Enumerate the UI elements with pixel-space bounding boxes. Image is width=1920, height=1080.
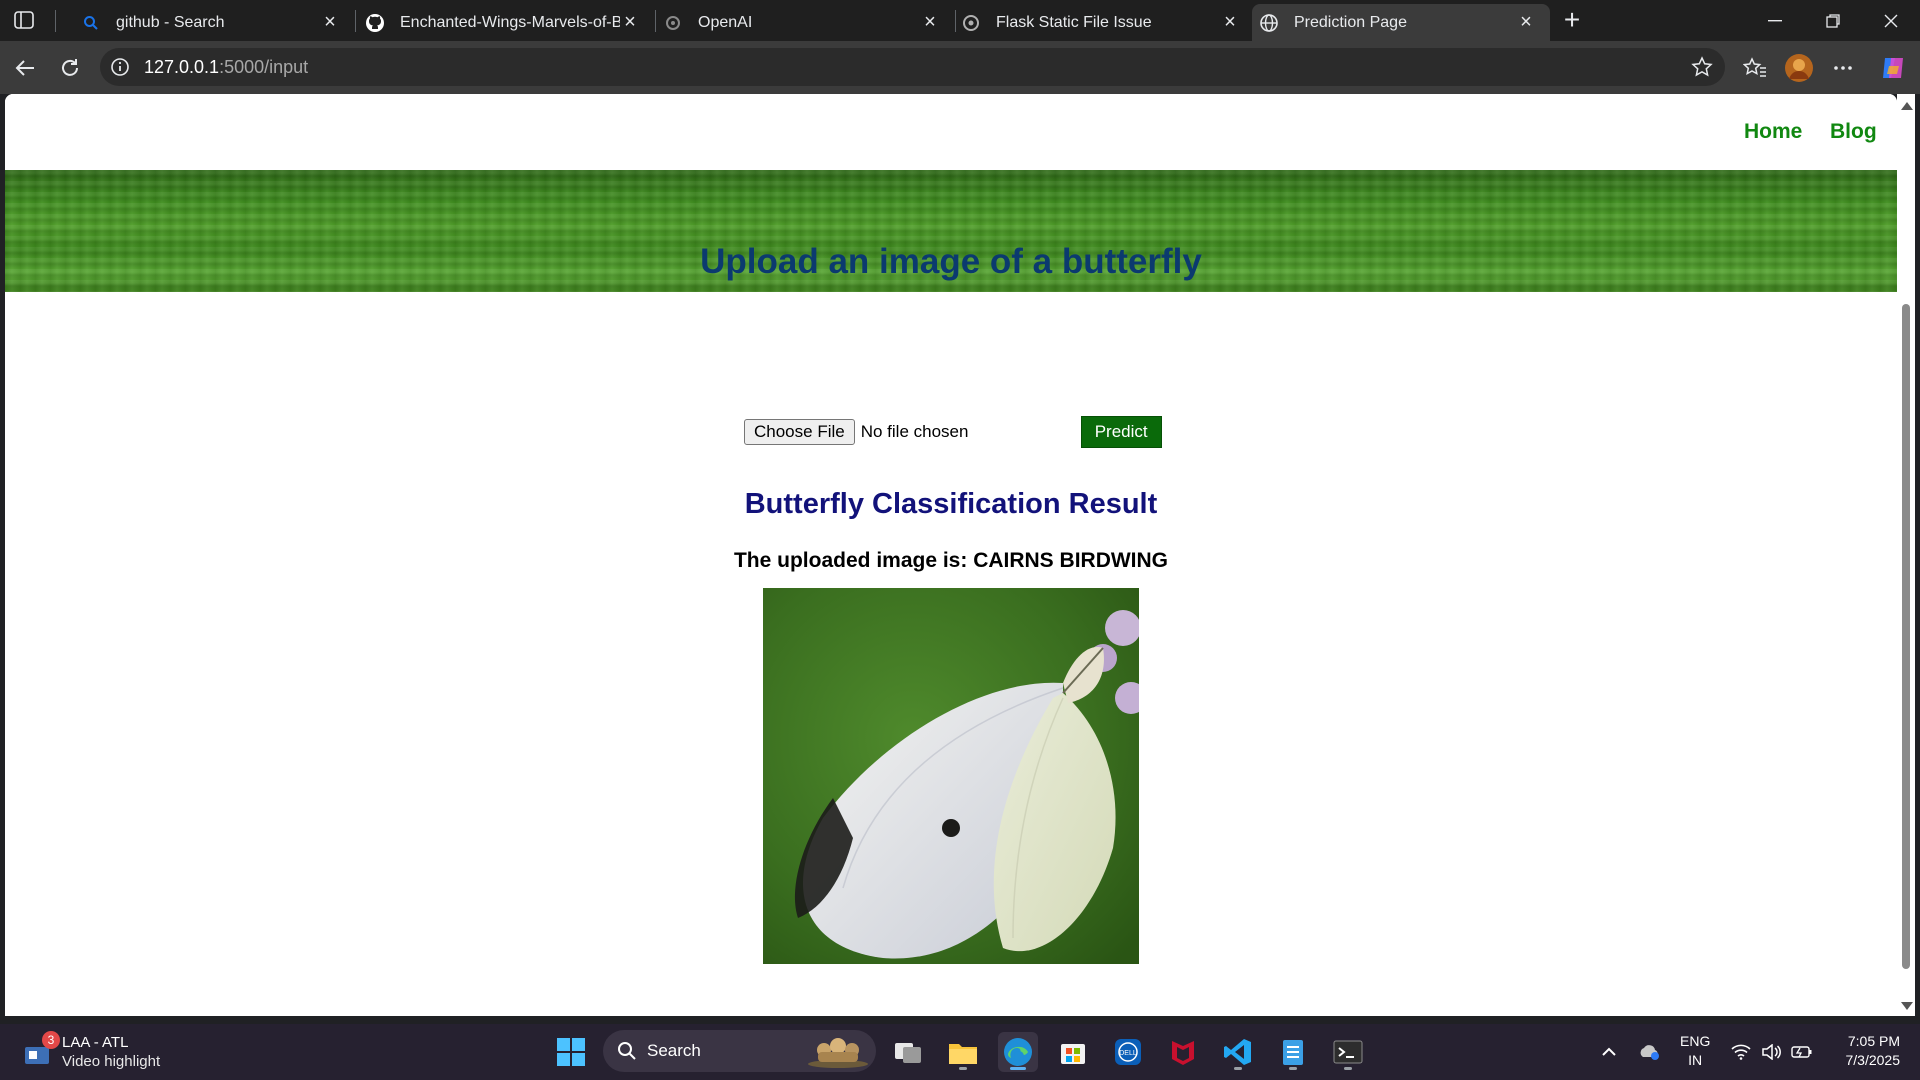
widgets-icon: 3 (22, 1031, 60, 1069)
close-icon[interactable]: × (320, 12, 340, 33)
openai-icon (960, 12, 982, 34)
tab-github-search[interactable]: github - Search × (56, 4, 354, 41)
back-button[interactable] (8, 51, 42, 85)
upload-title: Upload an image of a butterfly (700, 242, 1202, 281)
file-explorer-icon[interactable] (943, 1032, 983, 1072)
widget-subtitle: Video highlight (62, 1053, 161, 1070)
terminal-icon[interactable] (1328, 1032, 1368, 1072)
globe-icon (1258, 12, 1280, 34)
volume-icon[interactable] (1760, 1032, 1782, 1072)
clock-date: 7/3/2025 (1845, 1052, 1901, 1068)
start-button[interactable] (551, 1032, 591, 1072)
nav-home-link[interactable]: Home (1744, 120, 1802, 144)
tab-openai[interactable]: OpenAI × (656, 4, 954, 41)
scroll-down-arrow-icon[interactable] (1901, 1002, 1913, 1010)
browser-toolbar: 127.0.0.1:5000/input (0, 41, 1920, 94)
running-indicator (1344, 1067, 1352, 1070)
input-language[interactable]: ENG IN (1680, 1032, 1710, 1070)
tab-title: Enchanted-Wings-Marvels-of-But (400, 13, 620, 31)
site-navbar: Home Blog (5, 94, 1897, 170)
result-title: Butterfly Classification Result (744, 488, 1158, 520)
close-icon[interactable]: × (1220, 12, 1240, 33)
page-scrollbar[interactable] (1897, 94, 1915, 1016)
search-icon (80, 12, 102, 34)
notification-badge: 3 (42, 1031, 60, 1049)
svg-text:DELL: DELL (1119, 1050, 1137, 1057)
new-tab-button[interactable]: + (1557, 6, 1587, 36)
choose-file-button[interactable]: Choose File (744, 419, 855, 445)
url-path: :5000/input (219, 56, 309, 77)
favorites-icon[interactable] (1740, 53, 1770, 83)
onedrive-icon[interactable] (1636, 1032, 1662, 1072)
running-indicator (1234, 1067, 1242, 1070)
mcafee-icon[interactable] (1163, 1032, 1203, 1072)
address-bar[interactable]: 127.0.0.1:5000/input (100, 48, 1725, 86)
windows-taskbar: 3 LAA - ATL Video highlight Search DELL (0, 1024, 1920, 1080)
close-icon[interactable]: × (1516, 12, 1536, 33)
more-options-icon[interactable] (1828, 53, 1858, 83)
result-text: The uploaded image is: CAIRNS BIRDWING (733, 549, 1169, 572)
openai-icon (662, 12, 684, 34)
browser-tab-bar: github - Search × Enchanted-Wings-Marvel… (0, 0, 1920, 41)
running-indicator (959, 1067, 967, 1070)
upload-form: Choose File No file chosen Predict (744, 416, 1162, 448)
file-status-text: No file chosen (860, 422, 969, 441)
wifi-icon[interactable] (1730, 1032, 1752, 1072)
vscode-icon[interactable] (1218, 1032, 1258, 1072)
region-code: IN (1688, 1052, 1703, 1068)
notepad-icon[interactable] (1273, 1032, 1313, 1072)
github-icon (364, 12, 386, 34)
clock-time: 7:05 PM (1847, 1033, 1900, 1049)
tab-flask-static[interactable]: Flask Static File Issue × (956, 4, 1254, 41)
widgets-button[interactable]: 3 LAA - ATL Video highlight (22, 1030, 160, 1074)
refresh-button[interactable] (53, 51, 87, 85)
tab-title: Prediction Page (1294, 13, 1407, 31)
url-host: 127.0.0.1 (144, 56, 220, 77)
profile-avatar[interactable] (1784, 53, 1814, 83)
running-indicator (1010, 1067, 1026, 1070)
tab-title: OpenAI (698, 13, 753, 31)
taskbar-search[interactable]: Search (603, 1030, 876, 1072)
scroll-thumb[interactable] (1902, 304, 1910, 969)
minimize-button[interactable] (1746, 0, 1804, 41)
dell-icon[interactable]: DELL (1108, 1032, 1148, 1072)
tab-actions-icon[interactable] (10, 8, 38, 32)
close-icon[interactable]: × (920, 12, 940, 33)
microsoft-store-icon[interactable] (1053, 1032, 1093, 1072)
edge-browser-icon[interactable] (998, 1032, 1038, 1072)
search-highlight-icon (806, 1034, 870, 1068)
close-icon[interactable]: × (620, 12, 640, 33)
scroll-up-arrow-icon[interactable] (1901, 102, 1913, 110)
close-window-button[interactable] (1862, 0, 1920, 41)
info-icon[interactable] (110, 57, 130, 77)
task-view-icon[interactable] (888, 1032, 928, 1072)
system-clock[interactable]: 7:05 PM 7/3/2025 (1830, 1032, 1901, 1070)
chevron-up-icon[interactable] (1598, 1032, 1620, 1072)
search-label: Search (647, 1041, 701, 1060)
tab-enchanted-wings[interactable]: Enchanted-Wings-Marvels-of-But × (356, 4, 654, 41)
nav-blog-link[interactable]: Blog (1830, 120, 1877, 144)
battery-icon[interactable] (1790, 1032, 1814, 1072)
star-icon[interactable] (1691, 56, 1713, 78)
tab-title: Flask Static File Issue (996, 13, 1152, 31)
tab-prediction-page[interactable]: Prediction Page × (1252, 4, 1550, 41)
page-viewport: Home Blog Upload an image of a butterfly… (5, 94, 1897, 1016)
widget-title: LAA - ATL (62, 1034, 129, 1051)
copilot-icon[interactable] (1878, 53, 1908, 83)
running-indicator (1289, 1067, 1297, 1070)
uploaded-butterfly-image (763, 588, 1139, 964)
tab-title: github - Search (116, 13, 225, 31)
predict-button[interactable]: Predict (1080, 416, 1162, 448)
restore-button[interactable] (1804, 0, 1862, 41)
search-icon (617, 1041, 637, 1061)
language-code: ENG (1680, 1033, 1711, 1049)
